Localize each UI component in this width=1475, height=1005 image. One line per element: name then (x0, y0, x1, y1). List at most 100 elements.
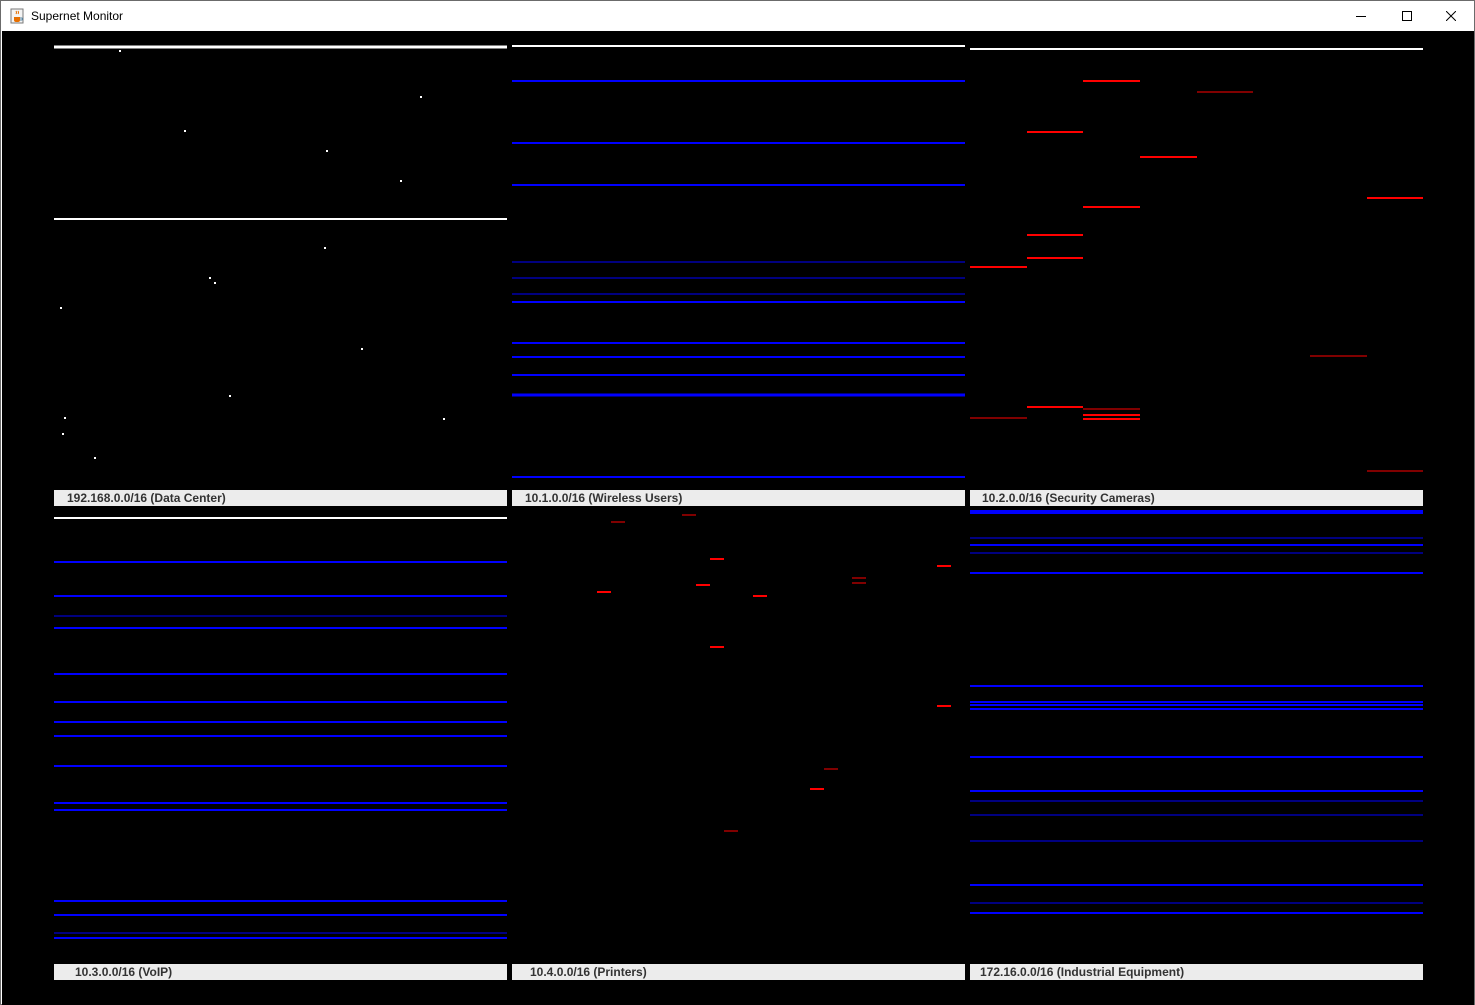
traffic-line (512, 184, 965, 186)
traffic-line (696, 584, 710, 586)
traffic-line (970, 902, 1423, 904)
traffic-line (54, 765, 507, 767)
subnet-activity-canvas (54, 45, 507, 459)
monitor-grid: 192.168.0.0/16 (Data Center) 10.1.0.0/16… (2, 31, 1474, 1005)
traffic-line (970, 48, 1423, 50)
title-bar[interactable]: Supernet Monitor (1, 1, 1474, 31)
traffic-dot (184, 130, 186, 132)
traffic-line (970, 572, 1423, 574)
traffic-dot (400, 180, 402, 182)
traffic-line (512, 374, 965, 376)
traffic-line (1083, 418, 1140, 420)
close-button[interactable] (1428, 1, 1474, 31)
traffic-line (1027, 406, 1083, 408)
traffic-line (1027, 234, 1083, 236)
traffic-dot (119, 50, 121, 52)
subnet-label: 172.16.0.0/16 (Industrial Equipment) (970, 964, 1423, 980)
traffic-line (512, 301, 965, 303)
traffic-line (1027, 257, 1083, 259)
traffic-line (970, 756, 1423, 758)
traffic-line (54, 627, 507, 629)
traffic-line (970, 704, 1423, 706)
traffic-line (1083, 408, 1140, 410)
traffic-line (54, 517, 507, 519)
traffic-line (682, 514, 696, 516)
traffic-line (54, 561, 507, 563)
traffic-line (824, 768, 838, 770)
close-icon (1446, 11, 1456, 21)
traffic-line (54, 802, 507, 804)
java-cup-icon (10, 8, 24, 24)
traffic-line (611, 521, 625, 523)
traffic-line (54, 721, 507, 723)
traffic-line (970, 790, 1423, 792)
traffic-line (970, 266, 1027, 268)
traffic-line (512, 261, 965, 263)
traffic-line (970, 884, 1423, 886)
subnet-activity-canvas (512, 45, 965, 493)
traffic-line (1310, 355, 1367, 357)
traffic-line (512, 293, 965, 295)
traffic-line (970, 814, 1423, 816)
traffic-line (512, 342, 965, 344)
subnet-activity-canvas (970, 48, 1423, 472)
subnet-panel-printers: 10.4.0.0/16 (Printers) (512, 506, 965, 980)
traffic-line (724, 830, 738, 832)
traffic-line (512, 476, 965, 478)
traffic-dot (324, 247, 326, 249)
traffic-line (710, 646, 724, 648)
traffic-dot (420, 96, 422, 98)
traffic-dot (214, 282, 216, 284)
traffic-line (54, 735, 507, 737)
subnet-activity-canvas (970, 510, 1423, 914)
traffic-line (54, 615, 507, 617)
traffic-line (970, 800, 1423, 802)
traffic-line (54, 673, 507, 675)
traffic-line (970, 912, 1423, 914)
minimize-button[interactable] (1338, 1, 1384, 31)
subnet-activity-canvas (54, 517, 507, 939)
traffic-line (1027, 131, 1083, 133)
traffic-dot (64, 417, 66, 419)
maximize-button[interactable] (1384, 1, 1430, 31)
traffic-dot (94, 457, 96, 459)
traffic-line (970, 537, 1423, 539)
traffic-dot (361, 348, 363, 350)
traffic-line (1083, 206, 1140, 208)
traffic-line (970, 552, 1423, 554)
traffic-line (1083, 80, 1140, 82)
traffic-line (54, 900, 507, 902)
traffic-line (1197, 91, 1253, 93)
traffic-line (54, 45, 507, 49)
traffic-line (54, 218, 507, 220)
window-title: Supernet Monitor (31, 9, 124, 23)
traffic-line (54, 932, 507, 934)
traffic-line (970, 510, 1423, 514)
subnet-label: 10.2.0.0/16 (Security Cameras) (970, 490, 1423, 506)
traffic-line (54, 937, 507, 939)
traffic-line (54, 595, 507, 597)
subnet-panel-wireless-users: 10.1.0.0/16 (Wireless Users) (512, 36, 965, 506)
traffic-dot (209, 277, 211, 279)
traffic-line (597, 591, 611, 593)
subnet-panel-data-center: 192.168.0.0/16 (Data Center) (54, 36, 507, 506)
traffic-line (512, 45, 965, 47)
traffic-line (970, 544, 1423, 546)
traffic-dot (60, 307, 62, 309)
app-window: Supernet Monitor 192.168.0.0/16 (Data Ce… (0, 0, 1475, 1005)
traffic-line (54, 701, 507, 703)
traffic-line (512, 356, 965, 358)
traffic-line (970, 708, 1423, 710)
traffic-line (852, 577, 866, 579)
traffic-line (810, 788, 824, 790)
subnet-activity-canvas (597, 514, 951, 832)
traffic-line (54, 914, 507, 916)
traffic-line (1367, 197, 1423, 199)
traffic-line (852, 582, 866, 584)
traffic-line (1367, 470, 1423, 472)
subnet-label: 192.168.0.0/16 (Data Center) (54, 490, 507, 506)
subnet-panel-security-cameras: 10.2.0.0/16 (Security Cameras) (970, 36, 1423, 506)
traffic-dot (62, 433, 64, 435)
traffic-dot (326, 150, 328, 152)
traffic-line (970, 685, 1423, 687)
